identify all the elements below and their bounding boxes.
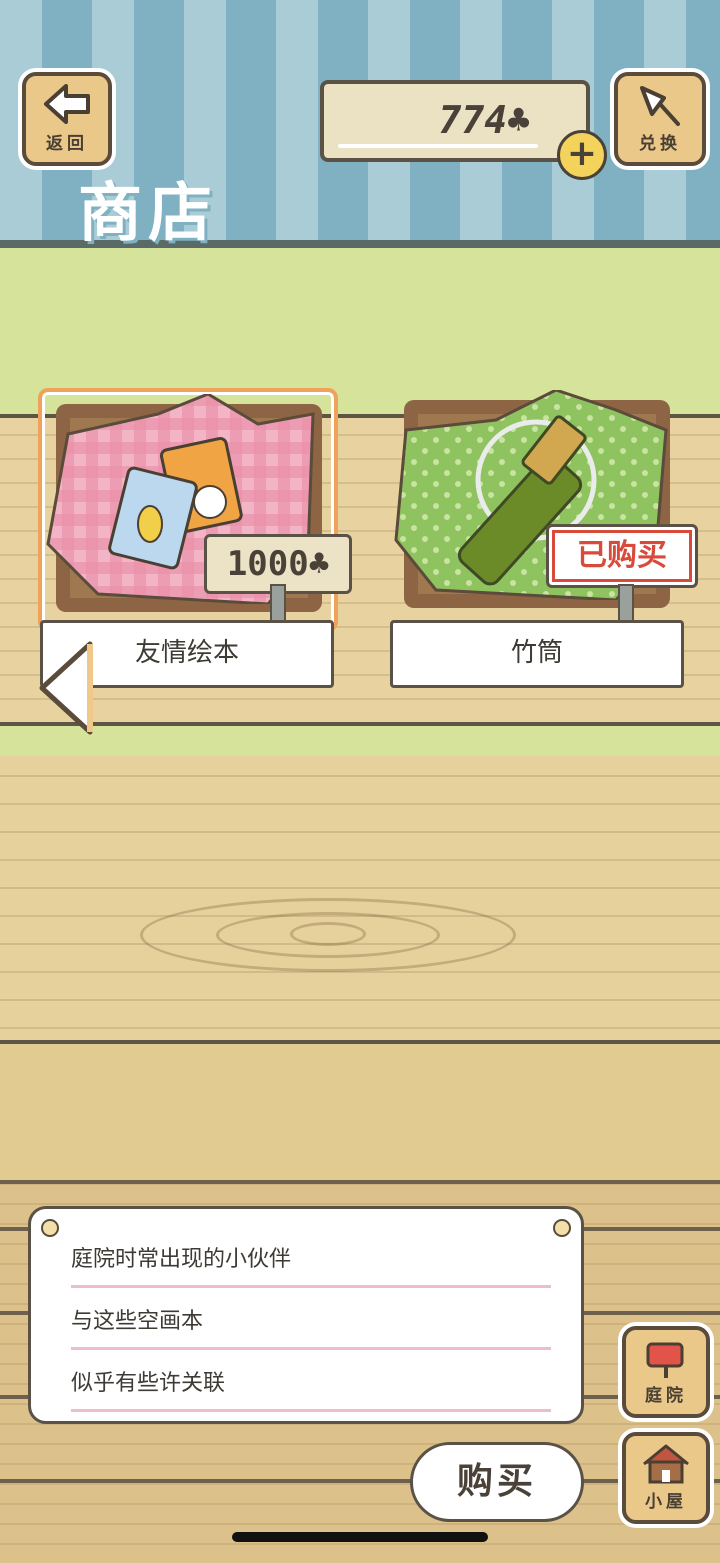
item-card-selected[interactable]: 1000♣ (38, 388, 352, 632)
pin-icon (553, 1219, 571, 1237)
item-card[interactable]: 已购买 (390, 388, 698, 624)
add-clover-button[interactable]: + (557, 130, 607, 180)
back-label: 返回 (46, 134, 88, 154)
clover-balance: 774♣ (320, 80, 590, 162)
description-line: 与这些空画本 (71, 1303, 551, 1350)
description-line: 庭院时常出现的小伙伴 (71, 1241, 551, 1288)
house-icon (643, 1444, 689, 1484)
clover-icon: ♣ (507, 98, 530, 142)
pin-icon (41, 1219, 59, 1237)
bar-highlight (338, 144, 538, 148)
yard-label: 庭院 (645, 1386, 687, 1406)
exchange-label: 兑换 (639, 134, 681, 154)
price-value: 1000 (226, 544, 309, 584)
bell-icon (640, 86, 680, 126)
house-label: 小屋 (645, 1492, 687, 1512)
clover-count: 774 (438, 98, 508, 142)
exchange-button[interactable]: 兑换 (614, 72, 706, 166)
chevron-left-icon (39, 641, 93, 735)
yard-button[interactable]: 庭院 (622, 1326, 710, 1418)
clover-icon: ♣ (308, 544, 330, 584)
item-description-card: 庭院时常出现的小伙伴 与这些空画本 似乎有些许关联 (28, 1206, 584, 1424)
home-indicator[interactable] (232, 1532, 488, 1542)
house-button[interactable]: 小屋 (622, 1432, 710, 1524)
back-arrow-icon (44, 84, 90, 124)
item-name-box[interactable]: 竹筒 (390, 620, 684, 688)
back-button[interactable]: 返回 (22, 72, 112, 166)
description-line: 似乎有些许关联 (71, 1365, 551, 1412)
prev-page-button[interactable] (38, 640, 93, 735)
wood-knot (290, 922, 366, 946)
page-title: 商店 (78, 177, 218, 251)
buy-button[interactable]: 购买 (410, 1442, 584, 1522)
mailbox-icon (646, 1342, 684, 1378)
purchased-badge: 已购买 (546, 524, 698, 588)
wood-floor (0, 1044, 720, 1184)
